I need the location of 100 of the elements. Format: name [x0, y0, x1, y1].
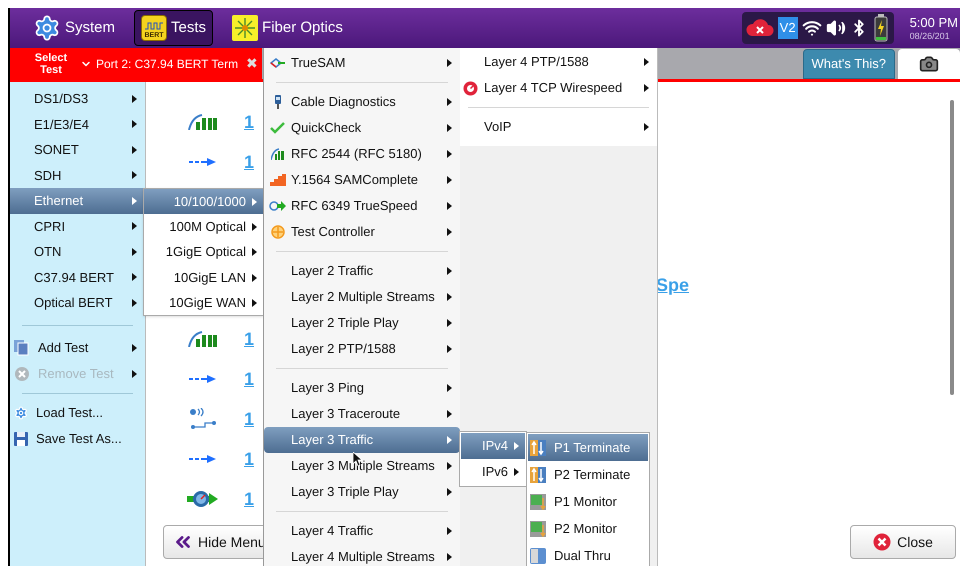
- arrow-icon: [189, 374, 217, 384]
- crosshair-icon: [270, 225, 284, 239]
- submenu-item[interactable]: 1GigE Optical: [144, 240, 263, 265]
- submenu-item[interactable]: 10/100/1000: [144, 189, 263, 214]
- submenu-arrow-icon: [447, 488, 452, 496]
- menu-item[interactable]: Layer 3 Ping: [264, 375, 460, 401]
- screenshot-button[interactable]: [898, 49, 960, 79]
- submenu-arrow-icon: [447, 150, 452, 158]
- gauge-arrow-icon: [268, 200, 286, 212]
- wifi-icon: [802, 18, 822, 38]
- submenu-arrow-icon: [447, 436, 452, 444]
- terminate-icon: [530, 466, 546, 482]
- signal-bars-icon: [188, 331, 218, 347]
- submenu-arrow-icon: [447, 228, 452, 236]
- cable-plug-icon: [272, 95, 282, 109]
- menu-item[interactable]: RFC 6349 TrueSpeed: [264, 193, 460, 219]
- gauge-arrow-icon: [187, 490, 219, 508]
- sidebar-action[interactable]: Add Test: [10, 334, 145, 360]
- submenu-arrow-icon: [447, 124, 452, 132]
- submenu-arrow-icon: [252, 298, 257, 307]
- submenu-arrow-icon: [447, 319, 452, 327]
- menu-item[interactable]: Layer 3 Traffic: [264, 427, 460, 453]
- submenu-arrow-icon: [252, 222, 257, 231]
- menu-item[interactable]: TrueSAM: [264, 50, 460, 76]
- submenu-arrow-icon: [447, 410, 452, 418]
- monitor-icon: [530, 520, 546, 536]
- submenu-arrow-icon: [644, 58, 649, 66]
- submenu-arrow-icon: [514, 442, 519, 450]
- app-tab[interactable]: System: [26, 10, 122, 46]
- sidebar-item[interactable]: C37.94 BERT: [10, 264, 145, 290]
- sidebar-action[interactable]: Save Test As...: [10, 426, 145, 452]
- submenu-arrow-icon: [447, 267, 452, 275]
- submenu-arrow-icon: [447, 293, 452, 301]
- menu-item[interactable]: P1 Monitor: [528, 488, 648, 515]
- clock-time: 5:00 PM: [910, 14, 958, 30]
- submenu-item[interactable]: IPv4: [461, 433, 525, 459]
- menu-item[interactable]: Y.1564 SAMComplete: [264, 167, 460, 193]
- submenu-arrow-icon: [447, 553, 452, 561]
- sidebar-item[interactable]: SDH: [10, 162, 145, 188]
- submenu-arrow-icon: [252, 248, 257, 256]
- vendor-mark: V2: [778, 17, 798, 39]
- menu-item[interactable]: Layer 4 PTP/1588: [460, 49, 657, 75]
- close-button[interactable]: Close: [850, 525, 956, 559]
- select-test-label: Select Test: [34, 52, 68, 76]
- sidebar-item[interactable]: E1/E3/E4: [10, 112, 145, 137]
- starburst-icon: [232, 15, 258, 41]
- submenu-item[interactable]: 10GigE LAN: [144, 264, 263, 290]
- menu-item[interactable]: Layer 4 TCP Wirespeed: [460, 75, 657, 101]
- menu-item[interactable]: RFC 2544 (RFC 5180): [264, 141, 460, 167]
- submenu-arrow-icon: [252, 198, 257, 206]
- submenu-arrow-icon: [447, 462, 452, 470]
- remove-icon: [14, 366, 30, 382]
- submenu-arrow-icon: [447, 98, 452, 106]
- gear-icon: [14, 406, 28, 420]
- menu-item[interactable]: VoIP: [460, 114, 657, 140]
- submenu-arrow-icon: [447, 384, 452, 392]
- stairs-icon: [270, 174, 286, 186]
- terminate-icon: [530, 440, 546, 456]
- sidebar-item[interactable]: CPRI: [10, 214, 145, 239]
- submenu-arrow-icon: [447, 176, 452, 184]
- speaker-icon: [826, 18, 846, 38]
- signal-bars-icon: [188, 114, 218, 130]
- settings-icon: [33, 14, 61, 42]
- sidebar-item[interactable]: SONET: [10, 137, 145, 162]
- submenu-arrow-icon: [644, 123, 649, 131]
- battery-charging-icon: [872, 14, 890, 42]
- menu-item[interactable]: Cable Diagnostics: [264, 89, 460, 115]
- menu-item[interactable]: Layer 2 PTP/1588: [264, 336, 460, 362]
- submenu-arrow-icon: [644, 84, 649, 92]
- submenu-item[interactable]: 100M Optical: [144, 214, 263, 240]
- whats-this-button[interactable]: What's This?: [802, 49, 895, 79]
- dual-thru-icon: [530, 548, 546, 564]
- tri-arrow-icon: [270, 58, 286, 68]
- arrow-icon: [189, 157, 217, 167]
- menu-item[interactable]: Layer 3 Triple Play: [264, 479, 460, 505]
- speedometer-icon: [463, 80, 478, 96]
- test-tab[interactable]: Select Test Port 2: C37.94 BERT Term ✖: [10, 48, 262, 79]
- sidebar-item[interactable]: Optical BERT: [10, 290, 145, 316]
- menu-item[interactable]: Layer 3 Traceroute: [264, 401, 460, 427]
- menu-item[interactable]: P1 Terminate: [528, 434, 648, 461]
- menu-item[interactable]: Test Controller: [264, 219, 460, 245]
- menu-item[interactable]: P2 Terminate: [528, 461, 648, 488]
- submenu-item[interactable]: 10GigE WAN: [144, 290, 263, 316]
- menu-item[interactable]: Dual Thru: [528, 542, 648, 566]
- submenu-item[interactable]: IPv6: [461, 459, 525, 485]
- menu-item[interactable]: Layer 2 Multiple Streams: [264, 284, 460, 310]
- menu-item[interactable]: Layer 2 Traffic: [264, 258, 460, 284]
- close-icon: [873, 533, 892, 551]
- arrow-icon: [189, 454, 217, 464]
- sidebar-action[interactable]: Load Test...: [10, 400, 145, 426]
- sidebar-item[interactable]: Ethernet: [10, 188, 145, 214]
- sidebar-item[interactable]: OTN: [10, 239, 145, 264]
- menu-item[interactable]: Layer 3 Multiple Streams: [264, 453, 460, 479]
- menu-item[interactable]: Layer 2 Triple Play: [264, 310, 460, 336]
- app-tab[interactable]: Fiber Optics: [225, 10, 350, 46]
- menu-item[interactable]: QuickCheck: [264, 115, 460, 141]
- menu-item[interactable]: P2 Monitor: [528, 515, 648, 542]
- sidebar-item[interactable]: DS1/DS3: [10, 86, 145, 112]
- documents-icon: [14, 340, 30, 356]
- camera-icon: [919, 54, 939, 74]
